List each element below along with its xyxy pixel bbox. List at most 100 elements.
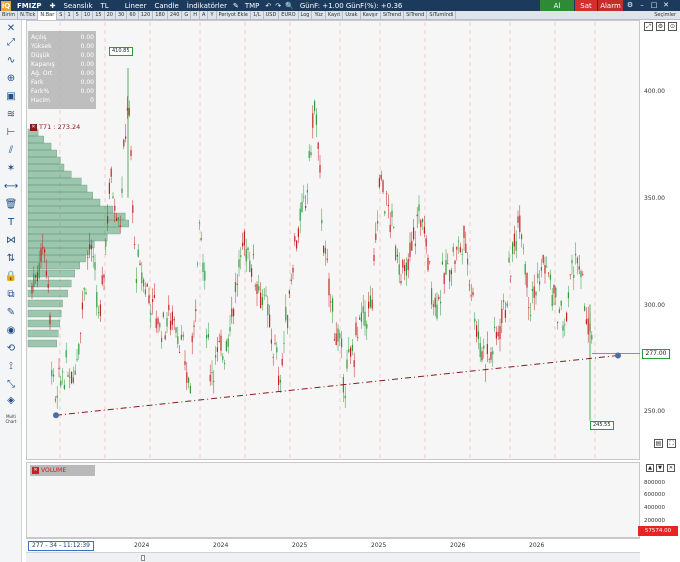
scrollbar-thumb[interactable]: [141, 555, 145, 561]
candle-body: [108, 182, 110, 194]
candle-body: [164, 335, 166, 340]
ohlc-info-box: Açılış 0.00 Yüksek 0.00 Düşük 0.00 Kapanış 0…: [28, 31, 96, 109]
candle-body: [242, 242, 244, 247]
candle-body: [481, 351, 483, 361]
volume-profile-bar: [27, 226, 121, 235]
candle-body: [380, 174, 382, 180]
candle-body: [344, 395, 346, 399]
candle-body: [135, 279, 137, 284]
candle-body: [215, 355, 217, 358]
lock-icon[interactable]: ⊙: [668, 22, 677, 31]
candle-body: [78, 343, 80, 355]
candle-body: [364, 311, 366, 327]
move-down-icon[interactable]: ▼: [656, 464, 664, 472]
info-value: 0.00: [80, 34, 94, 41]
candle-body: [207, 333, 209, 338]
info-value: 0.00: [80, 52, 94, 59]
volume-panel[interactable]: [26, 462, 640, 538]
candle-body: [553, 284, 555, 294]
candle-body: [171, 311, 173, 325]
volume-tick: 200000: [644, 518, 665, 524]
candle-body: [92, 256, 94, 258]
candle-body: [193, 325, 195, 327]
settings-icon[interactable]: ⚙: [656, 22, 665, 31]
candle-body: [119, 225, 121, 227]
candle-body: [105, 240, 107, 247]
volume-profile-bar: [27, 339, 57, 348]
volume-profile-bar: [27, 184, 88, 193]
candle-body: [132, 205, 134, 213]
candle-body: [184, 361, 186, 365]
candle-body: [323, 245, 325, 253]
move-up-icon[interactable]: ▲: [646, 464, 654, 472]
candle-body: [233, 308, 235, 317]
price-tick: 350.00: [644, 195, 665, 202]
candle-body: [56, 395, 58, 398]
candle-body: [177, 336, 179, 344]
candle-body: [94, 262, 96, 270]
candle-body: [283, 342, 285, 344]
candle-body: [247, 247, 249, 251]
info-label: Fark: [31, 79, 44, 86]
candle-body: [519, 215, 521, 232]
candle-body: [429, 261, 431, 263]
candle-body: [387, 204, 389, 206]
volume-profile-bar: [27, 198, 101, 207]
candle-body: [85, 292, 87, 295]
candle-body: [548, 272, 550, 274]
candle-body: [427, 257, 429, 271]
price-axis[interactable]: ⤢ ⚙ ⊙ 400.00 350.00 300.00 250.00 277.00…: [640, 20, 680, 460]
candle-body: [251, 268, 253, 277]
candle-body: [33, 273, 35, 288]
volume-axis[interactable]: ▲ ▼ ✕ 800000 600000 400000 200000 57574.…: [638, 462, 680, 538]
candle-body: [587, 318, 589, 335]
candle-body: [486, 344, 488, 354]
candle-body: [206, 335, 208, 339]
candle-body: [314, 101, 316, 111]
volume-profile-bar: [27, 212, 126, 221]
close-icon[interactable]: ✕: [30, 124, 37, 131]
candle-body: [89, 244, 91, 250]
candle-body: [573, 274, 575, 278]
candle-body: [422, 218, 424, 223]
candle-body: [263, 294, 265, 296]
candle-body: [425, 238, 427, 247]
candle-body: [409, 242, 411, 257]
volume-profile-bar: [27, 170, 72, 179]
candle-body: [326, 258, 328, 261]
time-tick: 2025: [371, 542, 387, 549]
candle-body: [431, 288, 433, 305]
candle-body: [495, 332, 497, 339]
candle-body: [175, 327, 177, 333]
candle-body: [258, 286, 260, 291]
expand-icon[interactable]: ⤢: [644, 22, 653, 31]
candle-body: [578, 266, 580, 270]
candle-body: [45, 271, 47, 276]
candle-body: [359, 317, 361, 320]
moving-average-label[interactable]: ✕ T71 : 273.24: [30, 123, 80, 132]
candle-body: [371, 299, 373, 309]
candle-body: [269, 314, 271, 328]
candle-body: [148, 295, 150, 304]
time-axis[interactable]: 277 - 34 - 11:12:39 2024 2024 2025 2025 …: [26, 538, 640, 552]
horizontal-scrollbar[interactable]: [26, 552, 640, 562]
candle-body: [67, 375, 69, 377]
candle-body: [36, 272, 38, 282]
candle-body: [141, 272, 143, 284]
volume-indicator-label[interactable]: ✕ VOLUME: [30, 465, 95, 476]
volume-profile-bar: [27, 254, 86, 263]
candle-body: [539, 281, 541, 285]
candle-body: [389, 224, 391, 233]
screenshot-icon[interactable]: ▤: [654, 439, 663, 448]
close-icon[interactable]: ✕: [32, 467, 39, 474]
candle-body: [87, 257, 89, 259]
candle-body: [582, 274, 584, 275]
fullscreen-icon[interactable]: ⛶: [667, 439, 676, 448]
candle-body: [458, 240, 460, 242]
candle-body: [80, 332, 82, 334]
candle-body: [62, 371, 64, 373]
close-panel-icon[interactable]: ✕: [667, 464, 675, 472]
candle-body: [375, 233, 377, 240]
candle-body: [211, 372, 213, 374]
candle-body: [121, 188, 123, 193]
